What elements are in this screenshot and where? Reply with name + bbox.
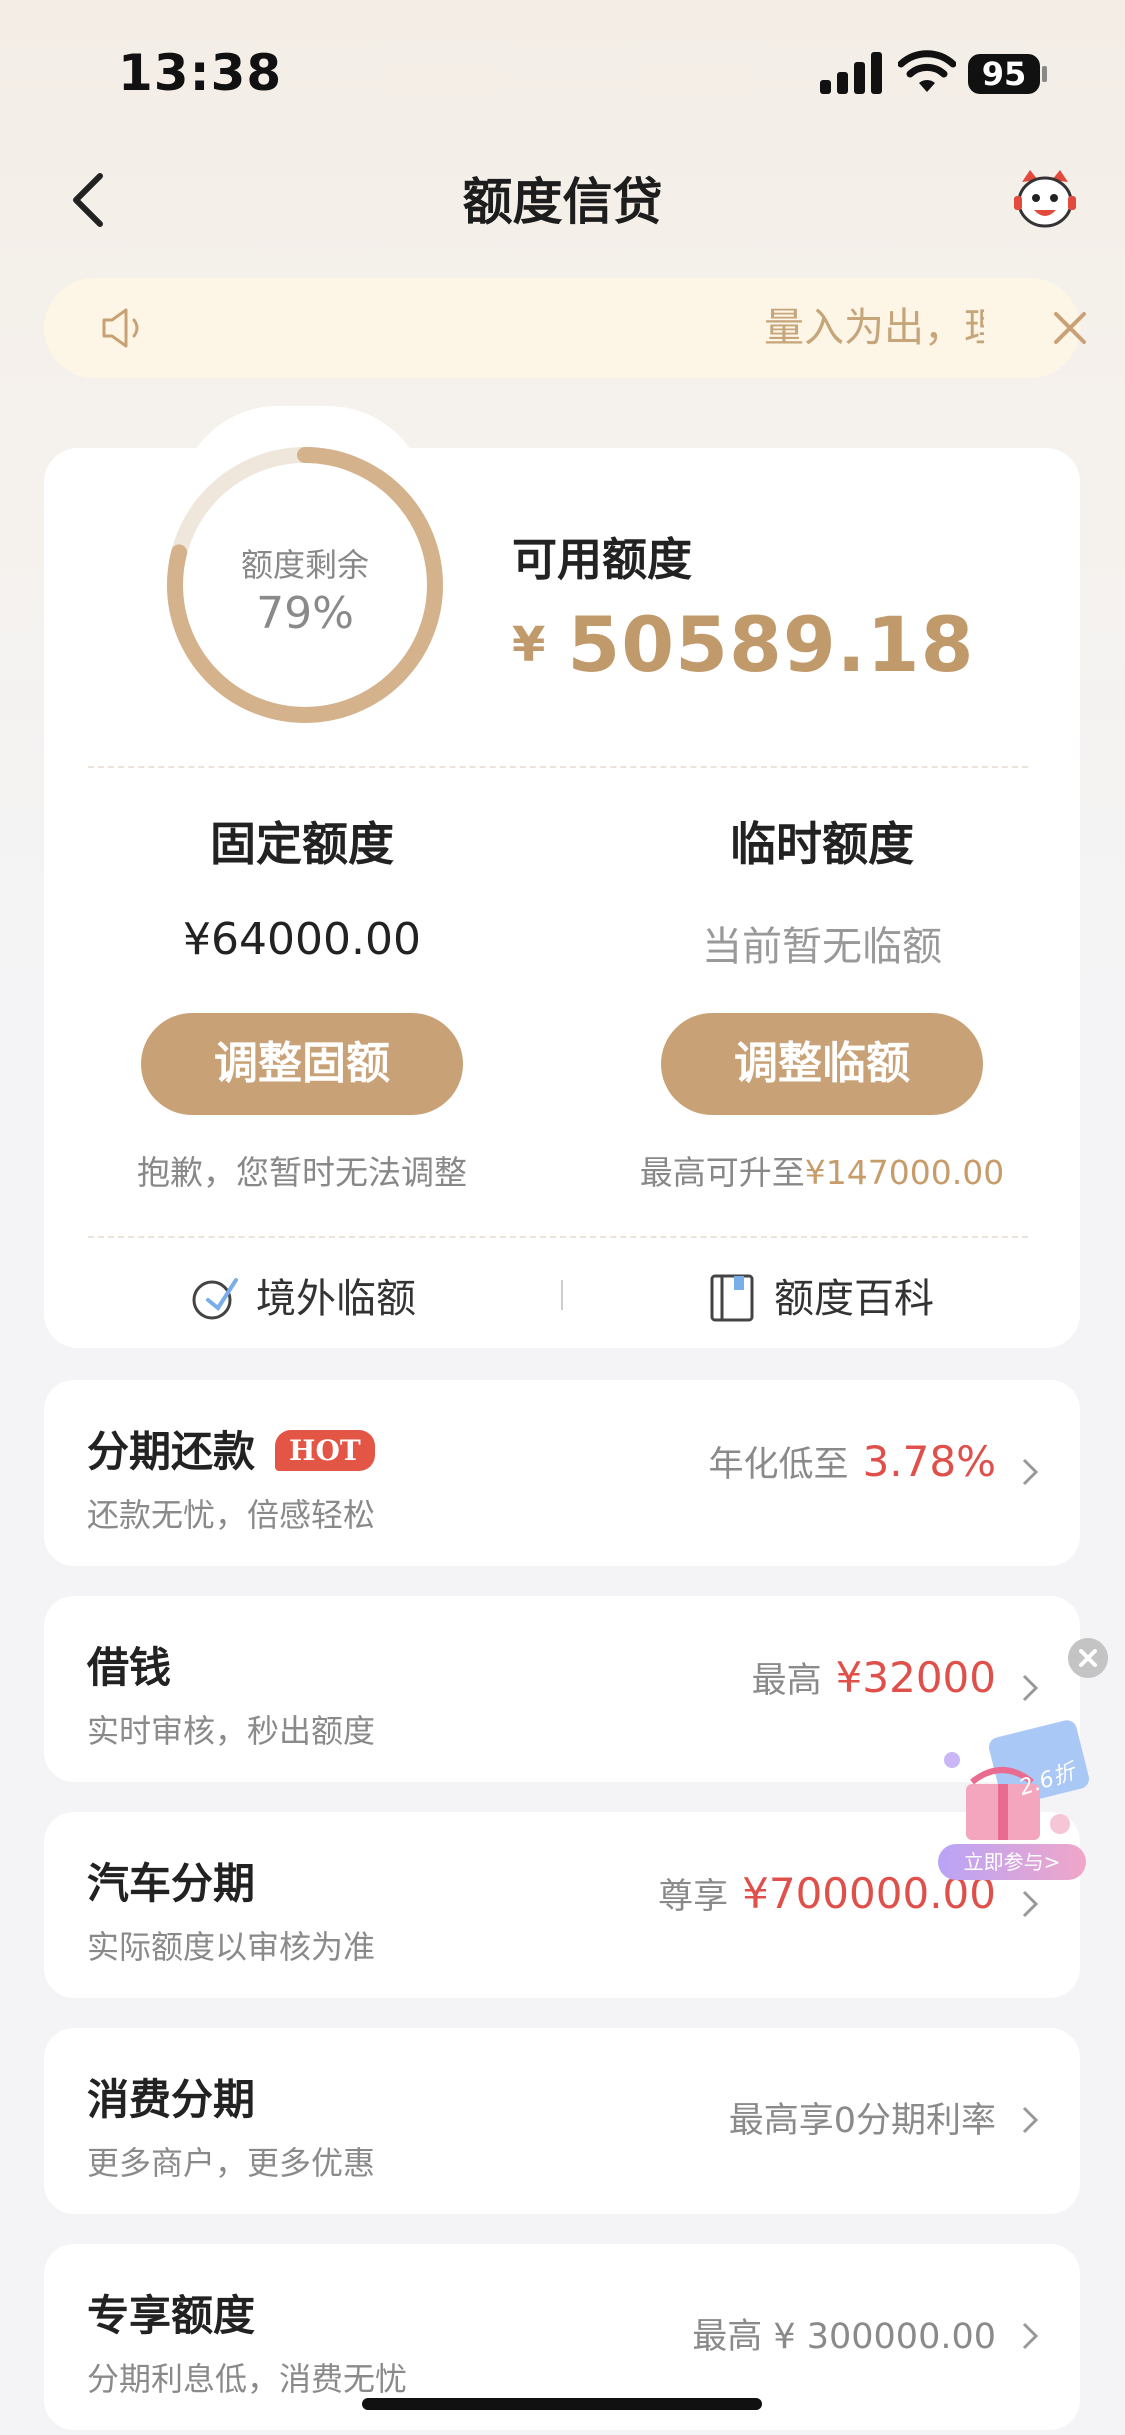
chevron-right-icon <box>1022 1890 1039 1918</box>
temp-note-prefix: 最高可升至 <box>639 1153 805 1192</box>
installment-repay-row[interactable]: 分期还款 HOT 还款无忧，倍感轻松 年化低至 3.78% <box>44 1380 1080 1566</box>
currency-symbol: ¥ <box>512 617 546 673</box>
overseas-credit-link[interactable]: 境外临额 <box>188 1266 416 1324</box>
consumer-installment-row[interactable]: 消费分期 更多商户，更多优惠 最高享0分期利率 <box>44 2028 1080 2214</box>
fixed-credit-title: 固定额度 <box>210 817 394 871</box>
row-right: 最高享0分期利率 <box>729 2092 996 2143</box>
available-credit-value: ¥50589.18 <box>512 600 974 689</box>
row-right-text: 最高 ¥ 300000.00 <box>692 2317 996 2357</box>
row-title: 消费分期 <box>87 2075 256 2124</box>
cellular-signal-icon <box>820 52 882 94</box>
row-title: 专享额度 <box>87 2291 256 2340</box>
page-title: 额度信贷 <box>462 173 663 231</box>
row-subtitle: 分期利息低，消费无忧 <box>87 2360 408 2398</box>
close-icon[interactable] <box>1048 306 1092 350</box>
link-separator <box>561 1280 563 1310</box>
temp-credit-title: 临时额度 <box>730 817 914 871</box>
divider <box>88 1236 1028 1238</box>
promo-close-icon[interactable] <box>1068 1638 1108 1678</box>
fixed-credit-value: ¥64000.00 <box>183 914 421 965</box>
row-right: 最高 ¥ 300000.00 <box>692 2308 996 2359</box>
borrow-money-row[interactable]: 借钱 实时审核，秒出额度 最高 ¥32000 <box>44 1596 1080 1782</box>
available-credit-label: 可用额度 <box>512 533 693 586</box>
row-title: 分期还款 HOT <box>87 1418 375 1479</box>
row-right: 年化低至 3.78% <box>709 1436 996 1487</box>
wifi-icon <box>898 50 956 92</box>
status-time: 13:38 <box>118 44 283 102</box>
row-title: 借钱 <box>87 1643 172 1692</box>
adjust-fixed-button[interactable]: 调整固额 <box>141 1013 463 1115</box>
row-title-text: 分期还款 <box>87 1427 256 1476</box>
chevron-right-icon <box>1022 1674 1039 1702</box>
row-title: 汽车分期 <box>87 1859 256 1908</box>
notice-marquee-text: 量入为出，理性消费 <box>764 305 984 351</box>
available-amount: 50589.18 <box>567 600 975 689</box>
chevron-right-icon <box>1022 2106 1039 2134</box>
battery-level: 95 <box>968 54 1040 94</box>
adjust-temporary-button[interactable]: 调整临额 <box>661 1013 983 1115</box>
row-subtitle: 实时审核，秒出额度 <box>87 1712 376 1750</box>
ring-percent: 79% <box>256 588 354 639</box>
notice-bar: 量入为出，理性消费 <box>44 278 1086 378</box>
row-prefix: 尊享 <box>658 1877 729 1917</box>
chevron-right-icon <box>1022 2322 1039 2350</box>
promo-join-button[interactable]: 立即参与> <box>938 1844 1086 1880</box>
row-subtitle: 还款无忧，倍感轻松 <box>87 1496 376 1534</box>
divider <box>88 766 1028 768</box>
credit-wiki-link[interactable]: 额度百科 <box>708 1266 934 1324</box>
ring-label: 额度剩余 <box>240 546 369 584</box>
row-right: 最高 ¥32000 <box>752 1652 996 1703</box>
credit-wiki-label: 额度百科 <box>774 1276 934 1322</box>
row-value: 3.78% <box>862 1437 996 1486</box>
row-right-text: 最高享0分期利率 <box>728 2101 996 2141</box>
row-prefix: 年化低至 <box>708 1445 849 1485</box>
car-installment-row[interactable]: 汽车分期 实际额度以审核为准 尊享 ¥700000.00 <box>44 1812 1080 1998</box>
customer-service-mascot-icon[interactable] <box>1012 168 1078 230</box>
row-value: ¥32000 <box>835 1653 996 1702</box>
hot-badge: HOT <box>275 1430 375 1471</box>
row-subtitle: 更多商户，更多优惠 <box>87 2144 376 2182</box>
home-indicator <box>362 2398 762 2410</box>
temp-credit-note: 最高可升至¥147000.00 <box>562 1146 1082 1194</box>
row-prefix: 最高 <box>751 1661 822 1701</box>
battery-cap <box>1042 66 1047 82</box>
overseas-credit-label: 境外临额 <box>256 1276 416 1322</box>
temp-note-value: ¥147000.00 <box>804 1153 1005 1192</box>
chevron-right-icon <box>1022 1458 1039 1486</box>
speaker-icon <box>102 308 139 348</box>
temp-credit-value: 当前暂无临额 <box>702 924 942 970</box>
book-icon <box>710 1274 754 1322</box>
row-subtitle: 实际额度以审核为准 <box>87 1928 376 1966</box>
fixed-credit-note: 抱歉，您暂时无法调整 <box>137 1153 467 1192</box>
plane-globe-icon <box>192 1278 238 1320</box>
